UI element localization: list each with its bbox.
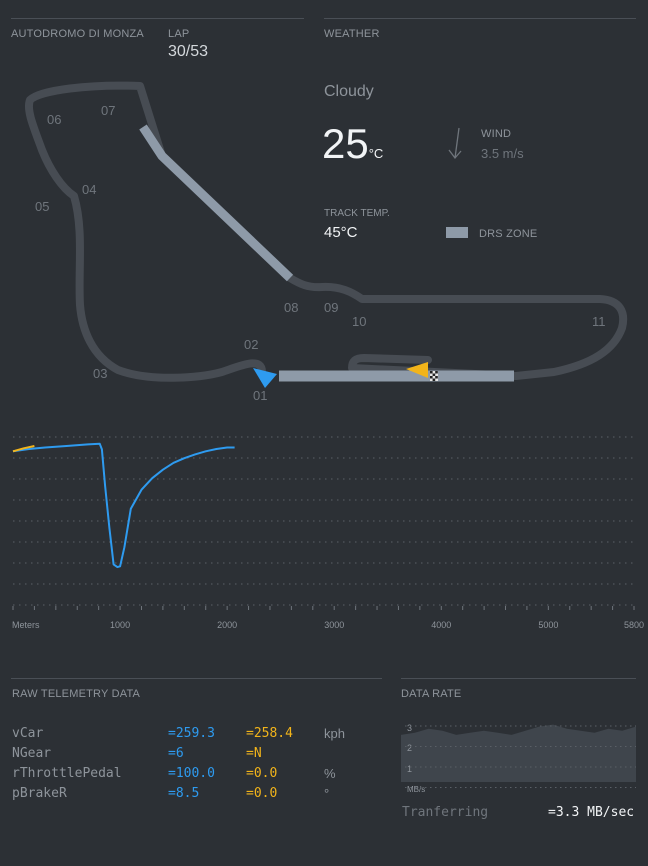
- data-rate-chart: 3 2 1 MB/s: [401, 723, 636, 794]
- x-tick-label: 5800: [624, 620, 644, 630]
- transfer-rate-value: =3.3 MB/sec: [548, 805, 635, 820]
- x-tick-label: 2000: [217, 620, 237, 630]
- turn-label-11: 11: [592, 314, 606, 329]
- turn-label-07: 07: [101, 103, 115, 118]
- telemetry-value-car2: =0.0: [246, 786, 278, 801]
- data-rate-rule: [401, 678, 636, 679]
- data-rate-title: DATA RATE: [401, 688, 462, 700]
- telemetry-value-car1: =259.3: [168, 726, 215, 741]
- x-axis-label: Meters: [12, 620, 40, 630]
- turn-label-06: 06: [47, 112, 61, 127]
- telemetry-param: rThrottlePedal: [12, 766, 122, 781]
- x-tick-label: 1000: [110, 620, 130, 630]
- turn-label-04: 04: [82, 182, 96, 197]
- rate-unit: MB/s: [407, 785, 425, 794]
- telemetry-value-car2: =258.4: [246, 726, 293, 741]
- telemetry-row: pBrakeR =8.5 =0.0 °: [12, 786, 382, 806]
- telemetry-rule: [11, 678, 382, 679]
- rate-area: [401, 724, 636, 782]
- telemetry-unit: kph: [324, 726, 345, 741]
- turn-label-03: 03: [93, 366, 107, 381]
- turn-label-10: 10: [352, 314, 366, 329]
- telemetry-value-car1: =8.5: [168, 786, 200, 801]
- rate-tick-3: 3: [407, 723, 412, 733]
- x-tick-label: 3000: [324, 620, 344, 630]
- rate-tick-1: 1: [407, 764, 412, 774]
- rate-tick-2: 2: [407, 743, 412, 753]
- turn-label-01: 01: [253, 388, 267, 403]
- car-marker-blue-icon: [253, 368, 277, 388]
- telemetry-row: rThrottlePedal =100.0 =0.0 %: [12, 766, 382, 786]
- x-tick-label: 5000: [538, 620, 558, 630]
- transfer-status-label: Tranferring: [402, 805, 489, 820]
- turn-label-08: 08: [284, 300, 298, 315]
- drs-zone-1: [139, 124, 294, 282]
- telemetry-param: pBrakeR: [12, 786, 67, 801]
- track-map: 01 02 03 04 05 06 07 08 09 10 11: [25, 81, 628, 403]
- turn-label-02: 02: [244, 337, 258, 352]
- telemetry-value-car1: =6: [168, 746, 184, 761]
- telemetry-param: vCar: [12, 726, 44, 741]
- telemetry-value-car2: =N: [246, 746, 262, 761]
- x-tick-label: 4000: [431, 620, 451, 630]
- telemetry-title: RAW TELEMETRY DATA: [12, 688, 141, 700]
- telemetry-row: vCar =259.3 =258.4 kph: [12, 726, 382, 746]
- turn-label-05: 05: [35, 199, 49, 214]
- telemetry-param: NGear: [12, 746, 52, 761]
- telemetry-value-car1: =100.0: [168, 766, 215, 781]
- telemetry-value-car2: =0.0: [246, 766, 278, 781]
- turn-label-09: 09: [324, 300, 338, 315]
- speed-chart: Meters 1000 2000 3000 4000 5000 5800: [12, 436, 644, 630]
- telemetry-row: NGear =6 =N: [12, 746, 382, 766]
- telemetry-unit: %: [324, 766, 336, 781]
- speed-series-line-1: [12, 442, 235, 569]
- track-outline: [25, 81, 628, 382]
- telemetry-unit: °: [324, 786, 330, 801]
